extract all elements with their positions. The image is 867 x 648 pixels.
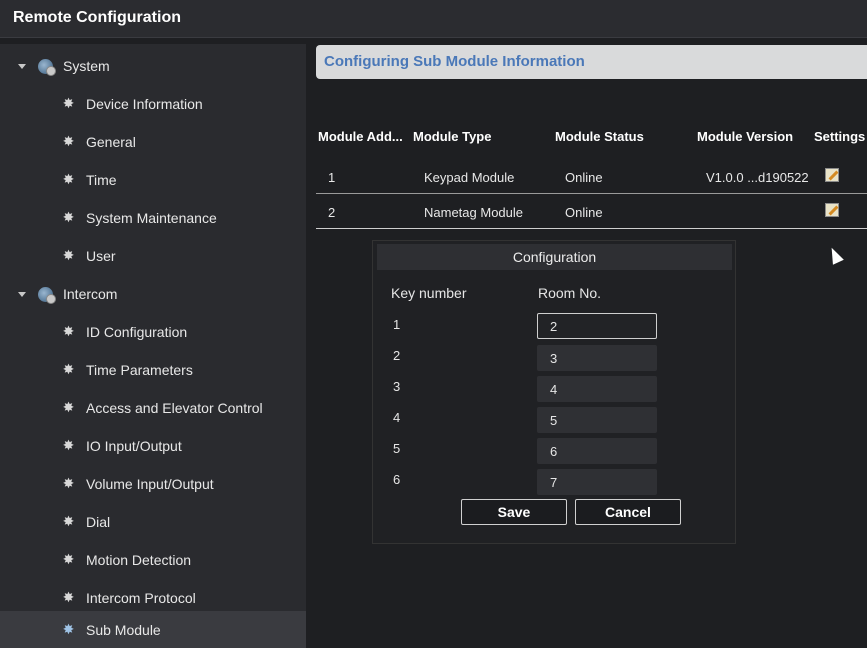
- globe-settings-icon: [38, 58, 56, 76]
- module-address: 2: [328, 205, 336, 220]
- sidebar-item-access-elevator-control[interactable]: ✸ Access and Elevator Control: [0, 389, 306, 427]
- sidebar-item-dial[interactable]: ✸ Dial: [0, 503, 306, 541]
- sidebar-item-id-configuration[interactable]: ✸ ID Configuration: [0, 313, 306, 351]
- room-number-input[interactable]: [537, 438, 657, 464]
- chevron-down-icon[interactable]: [18, 291, 26, 297]
- gear-icon: ✸: [62, 95, 75, 111]
- sidebar-item-general[interactable]: ✸ General: [0, 123, 306, 161]
- sidebar-item-motion-detection[interactable]: ✸ Motion Detection: [0, 541, 306, 579]
- sidebar-item-label: Volume Input/Output: [86, 476, 214, 492]
- gear-icon: ✸: [62, 247, 75, 263]
- sidebar-item-device-information[interactable]: ✸ Device Information: [0, 85, 306, 123]
- gear-icon: ✸: [62, 399, 75, 415]
- room-number-input[interactable]: [537, 345, 657, 371]
- key-number: 6: [393, 472, 401, 487]
- mouse-pointer-icon: [826, 245, 844, 265]
- gear-icon: ✸: [62, 589, 75, 605]
- gear-icon: ✸: [62, 361, 75, 377]
- column-header-module-version[interactable]: Module Version: [697, 129, 793, 144]
- key-number-header: Key number: [391, 285, 467, 301]
- sidebar-item-label: Sub Module: [86, 622, 161, 638]
- sidebar-group-label: System: [63, 58, 110, 74]
- chevron-down-icon[interactable]: [18, 63, 26, 69]
- room-no-header: Room No.: [538, 285, 602, 301]
- sidebar-group-label: Intercom: [63, 286, 118, 302]
- gear-icon: ✸: [62, 621, 75, 637]
- gear-icon: ✸: [62, 513, 75, 529]
- gear-icon: ✸: [62, 475, 75, 491]
- column-header-module-address[interactable]: Module Add...: [318, 129, 403, 144]
- table-row[interactable]: 2 Nametag Module Online: [316, 195, 867, 229]
- room-number-input[interactable]: [537, 376, 657, 402]
- gear-icon: ✸: [62, 171, 75, 187]
- gear-icon: ✸: [62, 133, 75, 149]
- sidebar-item-label: Time: [86, 172, 117, 188]
- edit-icon[interactable]: [825, 203, 839, 217]
- configuration-dialog: Configuration Key number Room No. 1 2 3 …: [372, 240, 736, 544]
- module-type: Keypad Module: [424, 170, 515, 185]
- gear-icon: ✸: [62, 209, 75, 225]
- window-title: Remote Configuration: [13, 9, 181, 26]
- sidebar-item-label: Motion Detection: [86, 552, 192, 568]
- gear-icon: ✸: [62, 551, 75, 567]
- sidebar-item-label: Intercom Protocol: [86, 590, 196, 606]
- key-number: 1: [393, 317, 401, 332]
- sidebar-item-label: System Maintenance: [86, 210, 217, 226]
- cancel-button[interactable]: Cancel: [575, 499, 681, 525]
- sidebar-item-time[interactable]: ✸ Time: [0, 161, 306, 199]
- dialog-title: Configuration: [377, 244, 732, 270]
- gear-icon: ✸: [62, 437, 75, 453]
- gear-icon: ✸: [62, 323, 75, 339]
- module-status: Online: [565, 205, 603, 220]
- room-number-input[interactable]: [537, 469, 657, 495]
- sidebar: System ✸ Device Information ✸ General ✸ …: [0, 44, 306, 648]
- sidebar-item-label: Time Parameters: [86, 362, 193, 378]
- section-title: Configuring Sub Module Information: [324, 53, 585, 70]
- save-button[interactable]: Save: [461, 499, 567, 525]
- table-header: Module Add... Module Type Module Status …: [316, 116, 867, 156]
- room-number-input[interactable]: [537, 313, 657, 339]
- title-bar: Remote Configuration: [0, 0, 867, 38]
- sidebar-item-label: Access and Elevator Control: [86, 400, 263, 416]
- key-number: 3: [393, 379, 401, 394]
- module-version: V1.0.0 ...d190522: [706, 170, 809, 185]
- section-header: Configuring Sub Module Information: [316, 45, 867, 79]
- sidebar-item-volume-input-output[interactable]: ✸ Volume Input/Output: [0, 465, 306, 503]
- sidebar-item-label: General: [86, 134, 136, 150]
- sidebar-item-label: ID Configuration: [86, 324, 188, 340]
- sidebar-item-label: IO Input/Output: [86, 438, 182, 454]
- table-row[interactable]: 1 Keypad Module Online V1.0.0 ...d190522: [316, 160, 867, 194]
- sidebar-item-system-maintenance[interactable]: ✸ System Maintenance: [0, 199, 306, 237]
- edit-icon[interactable]: [825, 168, 839, 182]
- sidebar-item-user[interactable]: ✸ User: [0, 237, 306, 275]
- column-header-settings[interactable]: Settings: [814, 129, 865, 144]
- room-number-input[interactable]: [537, 407, 657, 433]
- sidebar-group-system[interactable]: System: [0, 47, 306, 85]
- key-number: 5: [393, 441, 401, 456]
- sidebar-item-io-input-output[interactable]: ✸ IO Input/Output: [0, 427, 306, 465]
- module-status: Online: [565, 170, 603, 185]
- key-number: 2: [393, 348, 401, 363]
- module-address: 1: [328, 170, 336, 185]
- sidebar-item-label: Device Information: [86, 96, 203, 112]
- sidebar-item-label: Dial: [86, 514, 111, 530]
- globe-settings-icon: [38, 286, 56, 304]
- sidebar-item-sub-module[interactable]: ✸ Sub Module: [0, 611, 306, 648]
- column-header-module-type[interactable]: Module Type: [413, 129, 491, 144]
- sidebar-item-label: User: [86, 248, 116, 264]
- column-header-module-status[interactable]: Module Status: [555, 129, 644, 144]
- sidebar-group-intercom[interactable]: Intercom: [0, 275, 306, 313]
- key-number: 4: [393, 410, 401, 425]
- sidebar-item-time-parameters[interactable]: ✸ Time Parameters: [0, 351, 306, 389]
- module-type: Nametag Module: [424, 205, 523, 220]
